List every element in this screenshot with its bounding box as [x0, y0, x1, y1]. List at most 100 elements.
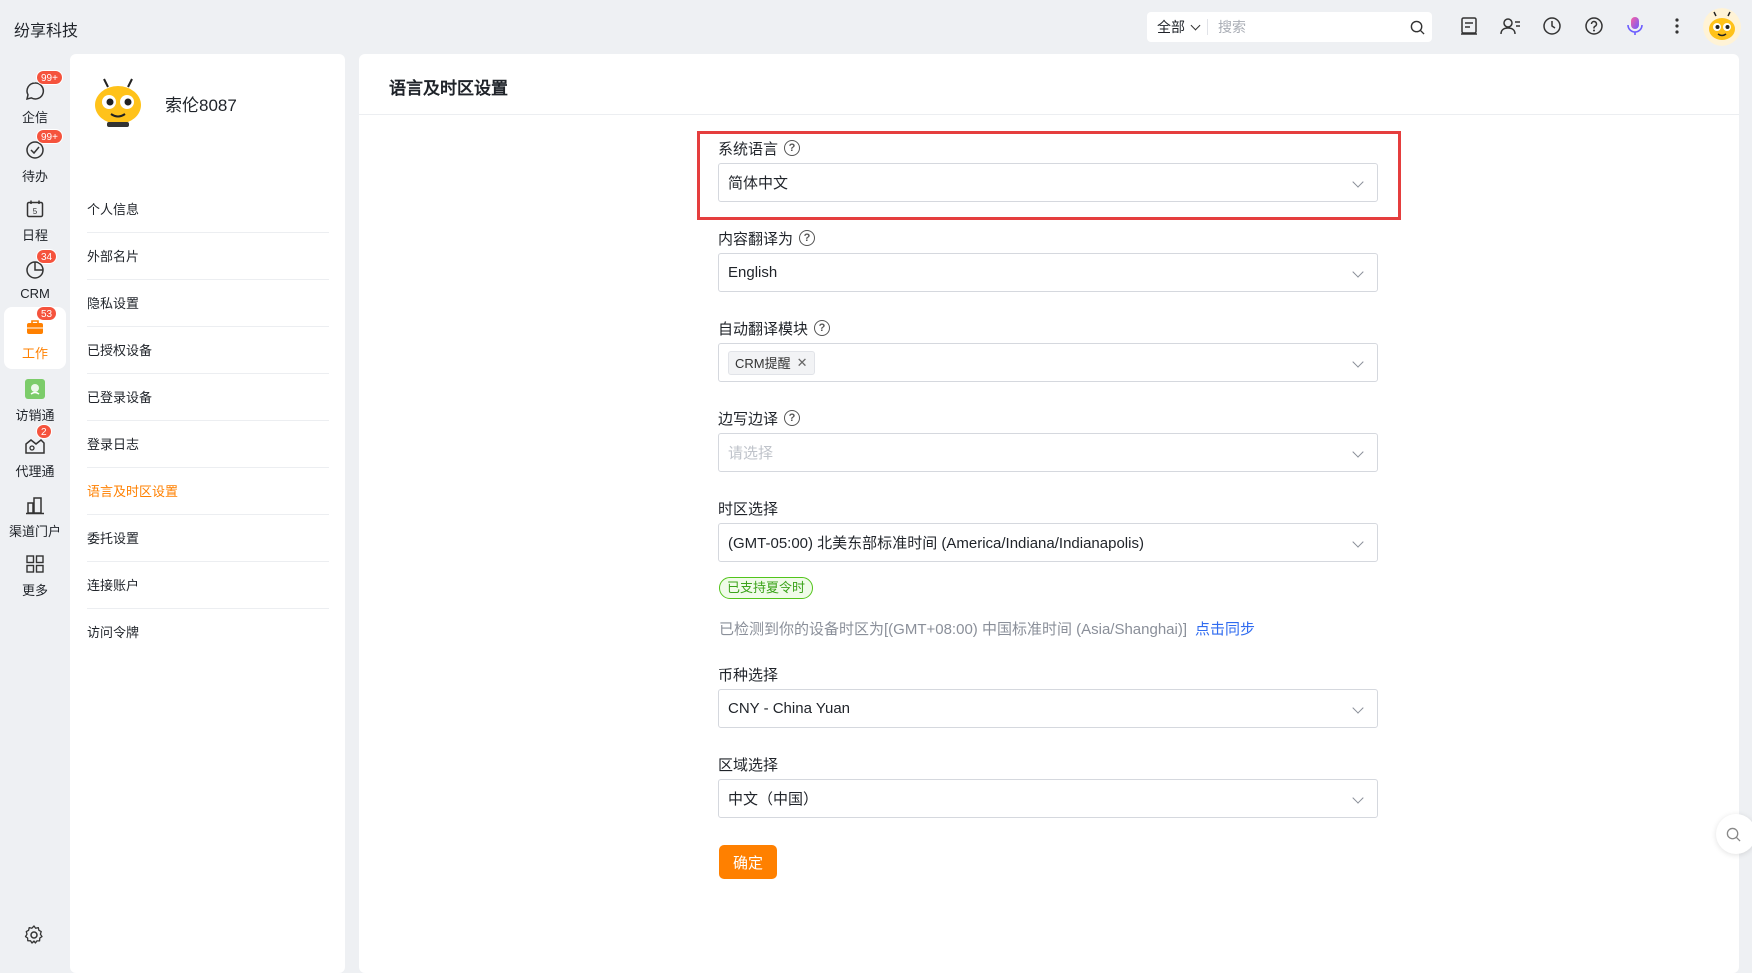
visit-sales-icon — [23, 377, 47, 401]
auto-translate-multiselect[interactable]: CRM提醒 ✕ — [718, 343, 1378, 382]
field-timezone: 时区选择 (GMT-05:00) 北美东部标准时间 (America/India… — [718, 499, 1378, 562]
page-title: 语言及时区设置 — [389, 79, 508, 98]
field-region: 区域选择 中文（中国） — [718, 755, 1378, 818]
field-currency: 币种选择 CNY - China Yuan — [718, 665, 1378, 728]
more-icon[interactable] — [1665, 14, 1689, 38]
search-icon[interactable] — [1402, 12, 1432, 42]
rail-item-agent[interactable]: 2 代理通 — [4, 423, 66, 487]
rail-badge: 53 — [36, 305, 58, 321]
menu-item-personal-info[interactable]: 个人信息 — [87, 186, 329, 233]
check-circle-icon: 99+ — [23, 128, 63, 162]
contacts-icon[interactable] — [1498, 14, 1522, 38]
profile-name: 索伦8087 — [165, 95, 237, 115]
field-label: 区域选择 — [718, 756, 779, 774]
channel-portal-icon — [23, 493, 47, 517]
menu-item-logged-in-devices[interactable]: 已登录设备 — [87, 374, 329, 421]
agent-icon: 2 — [23, 423, 52, 457]
rail-item-work[interactable]: 53 工作 — [4, 305, 66, 369]
detected-timezone-label: 已检测到你的设备时区为[(GMT+08:00) 中国标准时间 (Asia/Sha… — [719, 621, 1188, 638]
rail-label: 待办 — [21, 168, 48, 184]
rail-label: 更多 — [21, 582, 48, 598]
rail-item-more[interactable]: 更多 — [4, 544, 66, 606]
menu-item-language-timezone[interactable]: 语言及时区设置 — [87, 468, 329, 515]
chevron-down-icon — [1352, 266, 1364, 278]
top-bar: 纷享科技 全部 — [0, 0, 1752, 54]
rail-item-channel-portal[interactable]: 渠道门户 — [4, 485, 66, 547]
menu-item-authorized-devices[interactable]: 已授权设备 — [87, 327, 329, 374]
chevron-down-icon — [1352, 702, 1364, 714]
calendar-icon: 5 — [23, 197, 47, 221]
chevron-down-icon — [1352, 356, 1364, 368]
select-value: 中文（中国） — [728, 791, 819, 808]
rail-item-schedule[interactable]: 5 日程 — [4, 189, 66, 251]
annotation-highlight-box — [697, 131, 1401, 220]
rail-item-messages[interactable]: 99+ 企信 — [4, 69, 66, 133]
sync-timezone-link[interactable]: 点击同步 — [1195, 621, 1255, 638]
chevron-down-icon — [1352, 446, 1364, 458]
translate-to-select[interactable]: English — [718, 253, 1378, 292]
pie-chart-icon: 34 — [23, 248, 58, 282]
currency-select[interactable]: CNY - China Yuan — [718, 689, 1378, 728]
field-label: 币种选择 — [718, 666, 779, 684]
menu-item-login-log[interactable]: 登录日志 — [87, 421, 329, 468]
help-icon[interactable]: ? — [799, 230, 816, 246]
chevron-down-icon — [1352, 792, 1364, 804]
menu-item-delegation[interactable]: 委托设置 — [87, 515, 329, 562]
chevron-down-icon — [1190, 20, 1201, 30]
rail-label: 代理通 — [15, 463, 55, 479]
calendar-date: 5 — [33, 207, 38, 216]
rail-label: 日程 — [21, 227, 48, 243]
rail-item-visit-sales[interactable]: 访销通 — [4, 369, 66, 431]
document-icon[interactable] — [1457, 14, 1481, 38]
field-label: 自动翻译模块 — [718, 320, 809, 338]
select-value: (GMT-05:00) 北美东部标准时间 (America/Indiana/In… — [728, 535, 1144, 552]
rail-label: 企信 — [21, 109, 48, 125]
profile-panel: 索伦8087 个人信息 外部名片 隐私设置 已授权设备 已登录设备 登录日志 语… — [70, 54, 345, 973]
chevron-down-icon — [1352, 536, 1364, 548]
select-placeholder: 请选择 — [728, 445, 774, 462]
menu-item-connected-accounts[interactable]: 连接账户 — [87, 562, 329, 609]
settings-gear-icon[interactable] — [23, 924, 47, 948]
profile-menu: 个人信息 外部名片 隐私设置 已授权设备 已登录设备 登录日志 语言及时区设置 … — [87, 186, 329, 656]
menu-item-access-tokens[interactable]: 访问令牌 — [87, 609, 329, 656]
rail-badge: 99+ — [36, 69, 63, 85]
briefcase-icon: 53 — [23, 305, 58, 339]
history-clock-icon[interactable] — [1540, 14, 1564, 38]
dst-supported-badge: 已支持夏令时 — [719, 577, 814, 599]
close-icon[interactable]: ✕ — [797, 355, 808, 371]
menu-item-external-card[interactable]: 外部名片 — [87, 233, 329, 280]
rail-label: 工作 — [21, 345, 48, 361]
rail-badge: 2 — [36, 423, 52, 439]
field-label: 边写边译 — [718, 410, 779, 428]
app-name: 纷享科技 — [14, 23, 79, 40]
rail-item-todo[interactable]: 99+ 待办 — [4, 128, 66, 192]
confirm-button[interactable]: 确定 — [719, 845, 777, 879]
floating-search-icon[interactable] — [1716, 814, 1752, 854]
profile-avatar[interactable] — [87, 72, 149, 134]
side-translate-select[interactable]: 请选择 — [718, 433, 1378, 472]
grid-icon — [23, 552, 47, 576]
region-select[interactable]: 中文（中国） — [718, 779, 1378, 818]
voice-assistant-icon[interactable] — [1623, 14, 1647, 38]
rail-label: 访销通 — [15, 407, 55, 423]
rail-badge: 34 — [36, 248, 58, 264]
search-scope-dropdown[interactable]: 全部 — [1147, 19, 1208, 35]
help-icon[interactable]: ? — [814, 320, 831, 336]
field-translate-to: 内容翻译为 ? English — [718, 229, 1378, 292]
rail-label: 渠道门户 — [8, 523, 61, 539]
chat-icon: 99+ — [23, 69, 63, 103]
rail-item-crm[interactable]: 34 CRM — [4, 248, 66, 310]
field-label: 内容翻译为 — [718, 230, 794, 248]
search-input[interactable] — [1208, 19, 1402, 35]
user-avatar[interactable] — [1703, 8, 1741, 46]
selected-tag: CRM提醒 ✕ — [728, 350, 815, 375]
select-value: CNY - China Yuan — [728, 700, 851, 717]
help-icon[interactable] — [1582, 14, 1606, 38]
help-icon[interactable]: ? — [784, 410, 801, 426]
timezone-select[interactable]: (GMT-05:00) 北美东部标准时间 (America/Indiana/In… — [718, 523, 1378, 562]
tag-label: CRM提醒 — [735, 356, 791, 371]
menu-item-privacy[interactable]: 隐私设置 — [87, 280, 329, 327]
detected-timezone-text: 已检测到你的设备时区为[(GMT+08:00) 中国标准时间 (Asia/Sha… — [719, 618, 1255, 639]
rail-badge: 99+ — [36, 128, 63, 144]
select-value: English — [728, 264, 778, 281]
